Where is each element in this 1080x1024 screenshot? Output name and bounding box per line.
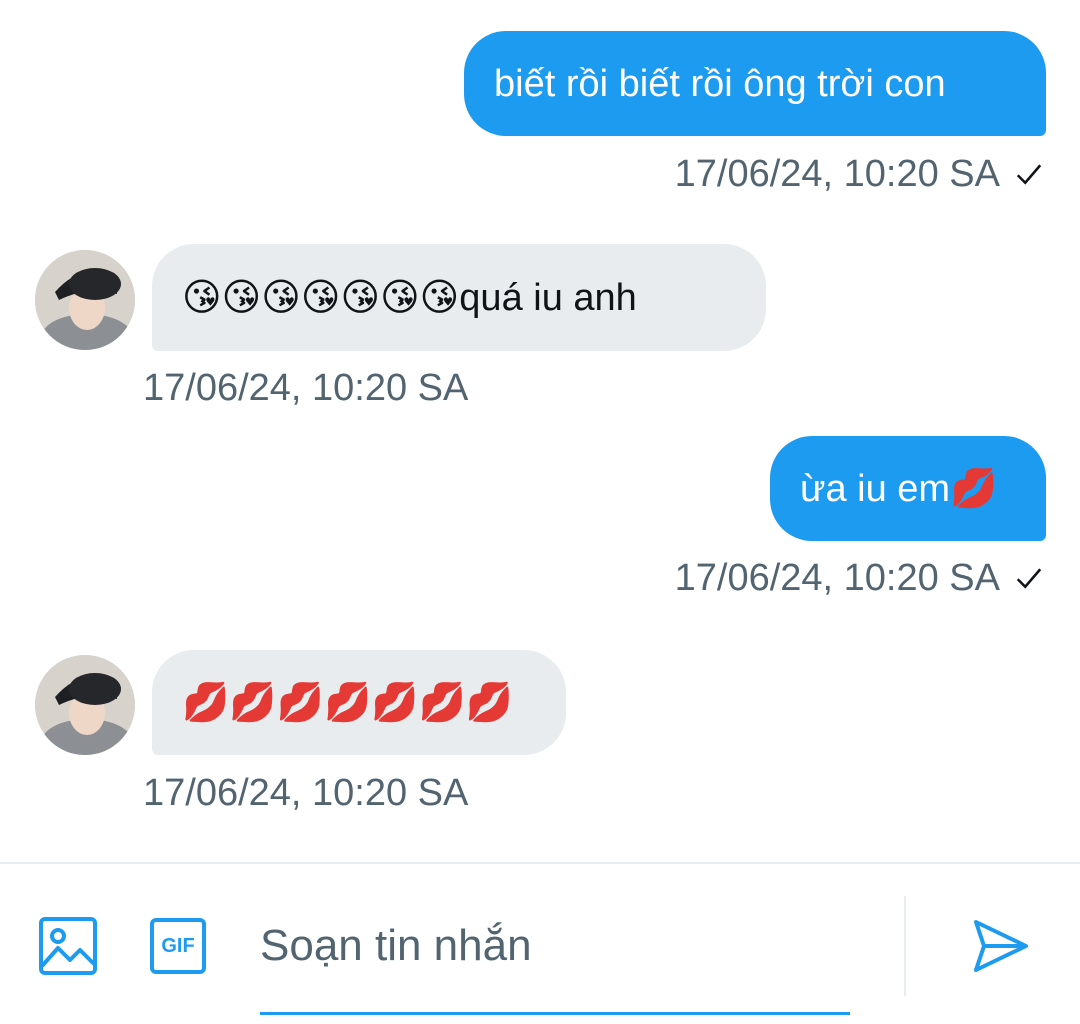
message-text: 😘😘😘😘😘😘😘quá iu anh [182,276,637,319]
message-timestamp: 17/06/24, 10:20 SA [143,366,469,409]
profile-photo [35,655,135,755]
message-bubble-sent[interactable]: ừa iu em💋 [770,436,1046,541]
profile-photo [35,250,135,350]
message-timestamp: 17/06/24, 10:20 SA [675,152,1044,196]
message-bubble-received[interactable]: 😘😘😘😘😘😘😘quá iu anh [152,244,766,351]
message-bubble-sent[interactable]: biết rồi biết rồi ông trời con [464,31,1046,136]
composer-divider [904,896,906,996]
message-timestamp: 17/06/24, 10:20 SA [675,556,1044,600]
message-timestamp: 17/06/24, 10:20 SA [143,771,469,814]
send-icon[interactable] [970,916,1030,976]
check-icon [1016,568,1042,589]
message-text: 💋💋💋💋💋💋💋 [182,681,514,724]
dm-conversation: biết rồi biết rồi ông trời con 17/06/24,… [0,0,1080,1024]
input-underline [260,1012,850,1015]
check-icon [1016,164,1042,185]
message-bubble-received[interactable]: 💋💋💋💋💋💋💋 [152,650,566,755]
message-input[interactable] [260,912,850,980]
image-icon[interactable] [38,916,98,976]
avatar[interactable] [35,655,135,755]
avatar[interactable] [35,250,135,350]
message-text: biết rồi biết rồi ông trời con [494,62,946,105]
message-composer: GIF [0,862,1080,1024]
message-text: ừa iu em💋 [800,467,998,510]
gif-label: GIF [161,934,195,957]
gif-button[interactable]: GIF [150,918,206,974]
